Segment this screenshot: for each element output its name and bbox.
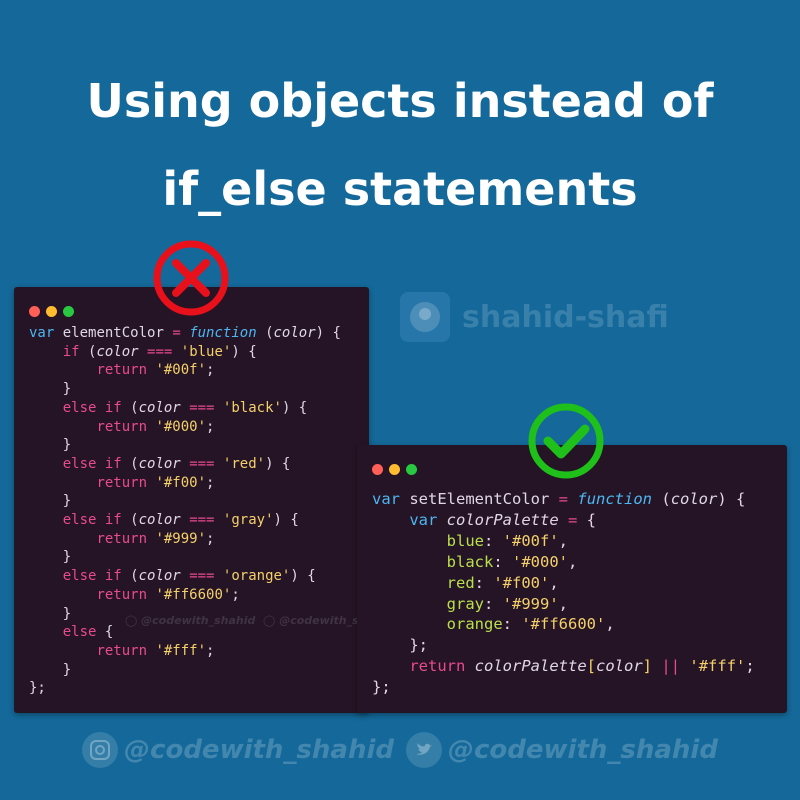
brand-name: shahid-shafi [462, 299, 669, 335]
social-footer: @codewith_shahid @codewith_shahid [0, 730, 800, 770]
twitter-icon [406, 732, 442, 768]
instagram-handle-item: @codewith_shahid [82, 732, 394, 768]
window-controls [372, 460, 423, 475]
brand-avatar-icon [400, 292, 450, 342]
twitter-icon: ◯ [263, 614, 276, 627]
instagram-handle: @codewith_shahid [124, 735, 394, 765]
in-panel-watermark: ◯ @codewith_shahid ◯ @codewith_shahid [125, 614, 394, 627]
maximize-dot [406, 464, 417, 475]
twitter-handle-item: @codewith_shahid [406, 732, 718, 768]
if-else-code-panel: var elementColor = function (color) { if… [14, 287, 369, 713]
check-circle-icon [528, 403, 604, 479]
maximize-dot [63, 306, 74, 317]
instagram-icon [82, 732, 119, 768]
minimize-dot [389, 464, 400, 475]
brand-watermark: shahid-shafi [400, 292, 669, 342]
minimize-dot [46, 306, 57, 317]
window-controls [29, 302, 80, 317]
if-else-code: var elementColor = function (color) { if… [29, 325, 341, 697]
page-title-line-2: if_else statements [162, 162, 638, 216]
twitter-handle: @codewith_shahid [448, 735, 718, 765]
x-circle-icon [153, 240, 229, 316]
instagram-icon: ◯ [125, 614, 138, 627]
page-title-line-1: Using objects instead of [86, 74, 714, 128]
close-dot [29, 306, 40, 317]
close-dot [372, 464, 383, 475]
object-lookup-code-panel: var setElementColor = function (color) {… [357, 445, 787, 713]
object-lookup-code: var setElementColor = function (color) {… [372, 490, 755, 697]
